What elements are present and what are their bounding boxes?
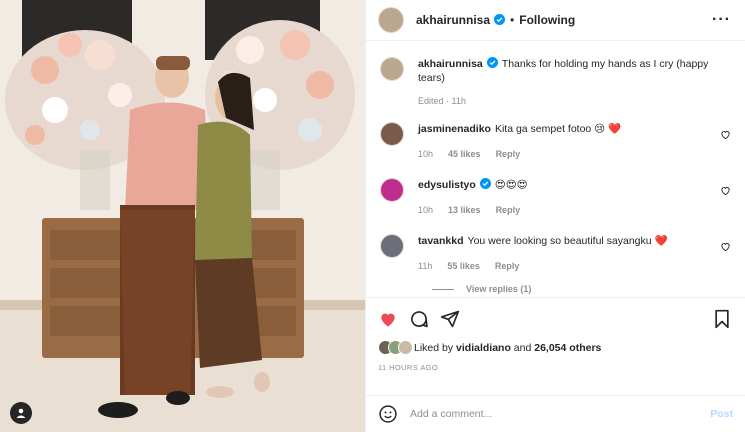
- heart-icon[interactable]: [720, 241, 731, 252]
- liker-avatars: [378, 340, 413, 355]
- author-avatar[interactable]: [378, 7, 404, 33]
- comment-likes[interactable]: 55 likes: [447, 259, 480, 273]
- caption-edited: Edited · 11h: [418, 96, 466, 106]
- comment-username[interactable]: jasminenadiko: [418, 123, 491, 135]
- replies-divider: [432, 288, 454, 290]
- caption-body: akhairunnisa Thanks for holding my hands …: [418, 57, 731, 108]
- header-separator: •: [510, 13, 515, 27]
- commenter-avatar[interactable]: [380, 178, 404, 202]
- share-icon[interactable]: [440, 309, 460, 329]
- comment-username[interactable]: edysulistyo: [418, 179, 476, 191]
- reply-button[interactable]: Reply: [495, 259, 520, 273]
- add-comment-bar: Post: [366, 395, 745, 432]
- post-photo[interactable]: [0, 0, 365, 432]
- heart-icon[interactable]: [720, 129, 731, 140]
- comment-age: 10h: [418, 149, 434, 159]
- comment-icon[interactable]: [409, 309, 429, 329]
- commenter-avatar[interactable]: [380, 234, 404, 258]
- commenter-avatar[interactable]: [380, 122, 404, 146]
- follow-status-button[interactable]: Following: [519, 13, 575, 27]
- author-avatar[interactable]: [380, 57, 404, 81]
- comment-body: jasminenadiko Kita ga sempet fotoo 😢 ❤️ 1…: [418, 122, 731, 161]
- author-username[interactable]: akhairunnisa: [416, 13, 490, 27]
- add-comment-input[interactable]: [410, 408, 711, 420]
- more-icon[interactable]: ···: [712, 11, 731, 29]
- heart-icon[interactable]: [378, 309, 398, 329]
- comment-text: 😍😍😍: [494, 179, 528, 191]
- post-header: akhairunnisa • Following ···: [366, 0, 745, 41]
- likes-and: and: [513, 341, 532, 354]
- photo-illustration: [0, 0, 365, 432]
- author-block: akhairunnisa • Following: [416, 11, 575, 29]
- comment-body: tavankkd You were looking so beautiful sa…: [418, 234, 731, 273]
- comment-age: 10h: [418, 205, 434, 215]
- verified-icon: [486, 57, 498, 68]
- post-timestamp: 11 HOURS AGO: [378, 363, 439, 372]
- comment-text: Kita ga sempet fotoo 😢 ❤️: [494, 123, 622, 135]
- user-tag-icon[interactable]: [10, 402, 32, 424]
- comment-row: jasminenadiko Kita ga sempet fotoo 😢 ❤️ 1…: [380, 122, 731, 161]
- caption-row: akhairunnisa Thanks for holding my hands …: [380, 57, 731, 108]
- comment-username[interactable]: tavankkd: [418, 235, 464, 247]
- comment-likes[interactable]: 45 likes: [448, 147, 481, 161]
- verified-icon: [479, 178, 491, 189]
- post-actions: Liked by vidialdiano and 26,054 others 1…: [366, 297, 745, 395]
- comment-age: 11h: [418, 261, 433, 271]
- likes-summary[interactable]: Liked by vidialdiano and 26,054 others: [378, 340, 731, 355]
- heart-icon[interactable]: [720, 185, 731, 196]
- post-sidebar: akhairunnisa • Following ··· akhairunnisa T…: [365, 0, 745, 432]
- comment-text: You were looking so beautiful sayangku ❤…: [467, 235, 668, 247]
- verified-icon: [494, 14, 506, 25]
- likes-prefix: Liked by: [414, 341, 454, 354]
- reply-button[interactable]: Reply: [496, 147, 521, 161]
- post-comment-button[interactable]: Post: [710, 408, 733, 420]
- comment-row: tavankkd You were looking so beautiful sa…: [380, 234, 731, 273]
- comments-list: akhairunnisa Thanks for holding my hands …: [366, 41, 745, 297]
- likes-others[interactable]: 26,054 others: [534, 342, 601, 354]
- view-replies-button[interactable]: View replies (1): [432, 284, 731, 294]
- caption-username[interactable]: akhairunnisa: [418, 58, 483, 70]
- likes-user[interactable]: vidialdiano: [456, 342, 511, 354]
- emoji-icon[interactable]: [378, 404, 398, 424]
- reply-button[interactable]: Reply: [496, 203, 521, 217]
- post-modal: akhairunnisa • Following ··· akhairunnisa T…: [0, 0, 745, 432]
- comment-row: edysulistyo 😍😍😍 10h 13 likes Reply: [380, 178, 731, 217]
- view-replies-label: View replies (1): [466, 284, 532, 294]
- comment-body: edysulistyo 😍😍😍 10h 13 likes Reply: [418, 178, 731, 217]
- bookmark-icon[interactable]: [713, 309, 731, 329]
- action-icons: [378, 308, 731, 330]
- comment-likes[interactable]: 13 likes: [448, 203, 481, 217]
